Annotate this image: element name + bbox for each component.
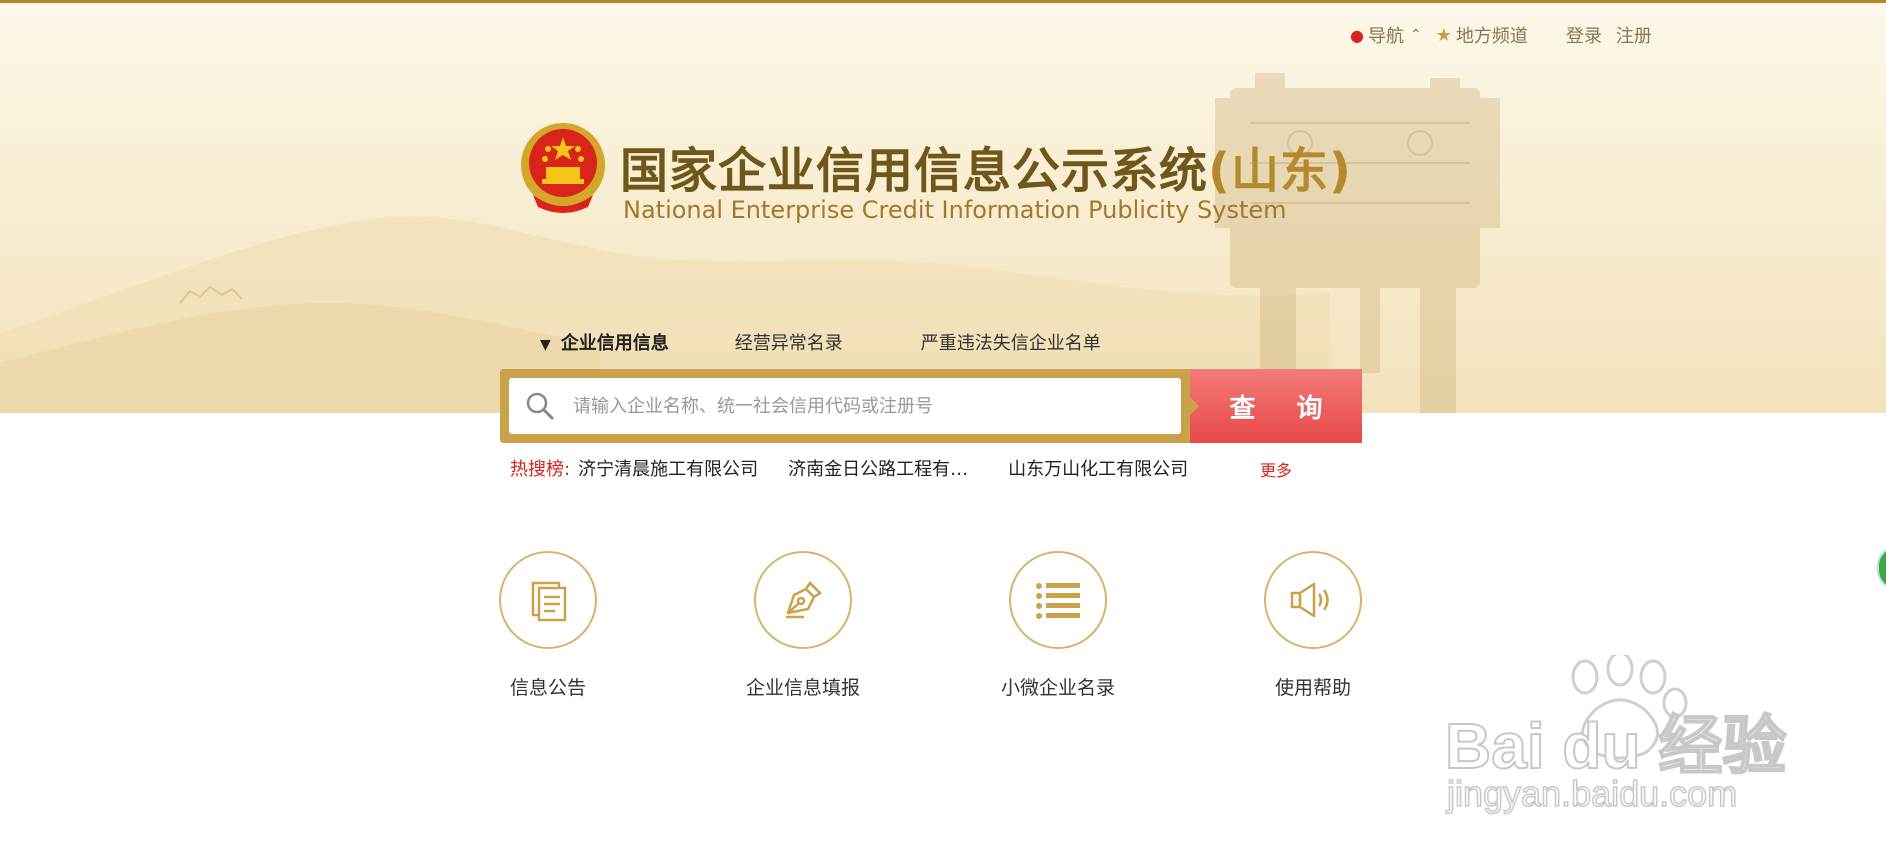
- hot-search-item[interactable]: 济南金日公路工程有限...: [788, 455, 978, 481]
- location-pin-icon: ●: [1350, 25, 1364, 45]
- site-title-province: (山东): [1208, 143, 1352, 199]
- search-button[interactable]: 查 询: [1189, 369, 1362, 443]
- nav-menu[interactable]: ● 导航 ⌃: [1350, 22, 1422, 48]
- site-title-main: 国家企业信用信息公示系统: [620, 143, 1209, 199]
- site-title-english: National Enterprise Credit Information P…: [623, 196, 1287, 224]
- feature-label: 企业信息填报: [745, 677, 860, 699]
- feature-label: 信息公告: [509, 677, 586, 699]
- more-link[interactable]: 更多: [1260, 457, 1292, 481]
- hot-search-bar: 热搜榜: 济宁清晨施工有限公司 济南金日公路工程有限... 山东万山化工有限公司…: [510, 455, 1292, 481]
- feature-help[interactable]: 使用帮助: [1233, 551, 1393, 700]
- tab-abnormal-list[interactable]: 经营异常名录: [735, 329, 843, 355]
- triangle-down-icon: ▼: [540, 337, 551, 353]
- search-tabs: ▼ 企业信用信息 经营异常名录 严重违法失信企业名单: [540, 329, 1101, 355]
- tab-enterprise-credit[interactable]: ▼ 企业信用信息: [540, 329, 669, 355]
- hot-search-item[interactable]: 山东万山化工有限公司: [1008, 455, 1188, 481]
- feature-info-announcement[interactable]: 信息公告: [468, 551, 628, 700]
- register-link[interactable]: 注册: [1616, 22, 1652, 48]
- chevron-up-icon: ⌃: [1409, 27, 1422, 43]
- feature-circle: [754, 551, 852, 649]
- nav-label: 导航: [1367, 26, 1404, 47]
- feature-label: 小微企业名录: [1000, 677, 1115, 699]
- feature-circle: [1264, 551, 1362, 649]
- pen-icon: [786, 581, 822, 619]
- floating-side-button[interactable]: [1877, 546, 1886, 590]
- document-icon: [531, 581, 567, 622]
- search-input[interactable]: [571, 394, 1135, 418]
- tab-label: 企业信用信息: [560, 333, 669, 354]
- feature-label: 使用帮助: [1274, 677, 1351, 699]
- local-channel-label: 地方频道: [1455, 26, 1528, 47]
- top-nav: ● 导航 ⌃ ★ 地方频道 登录 注册: [1350, 22, 1666, 48]
- national-emblem-logo: [518, 121, 608, 217]
- baidu-watermark: Bai du 经验 jingyan.baidu.com: [1444, 651, 1805, 829]
- feature-enterprise-report[interactable]: 企业信息填报: [723, 551, 883, 700]
- feature-circle: [1009, 551, 1107, 649]
- feature-circle: [499, 551, 597, 649]
- site-title: 国家企业信用信息公示系统(山东): [620, 131, 1352, 201]
- search-icon: [526, 392, 555, 421]
- hot-search-label: 热搜榜:: [510, 459, 571, 480]
- list-icon: [1036, 583, 1080, 619]
- search-box: [500, 369, 1190, 443]
- hero-banner: ● 导航 ⌃ ★ 地方频道 登录 注册 国家企业信用信息公示系统(山东) Nat…: [0, 3, 1886, 413]
- speaker-icon: [1290, 582, 1329, 618]
- hot-search-item[interactable]: 济宁清晨施工有限公司: [578, 455, 758, 481]
- local-channel-link[interactable]: ★ 地方频道: [1436, 22, 1528, 48]
- feature-small-business-list[interactable]: 小微企业名录: [978, 551, 1138, 700]
- search-inner: [509, 378, 1181, 434]
- tab-serious-violation-list[interactable]: 严重违法失信企业名单: [921, 329, 1101, 355]
- watermark-url: jingyan.baidu.com: [1446, 772, 1738, 815]
- login-link[interactable]: 登录: [1566, 22, 1602, 48]
- star-icon: ★: [1435, 24, 1452, 46]
